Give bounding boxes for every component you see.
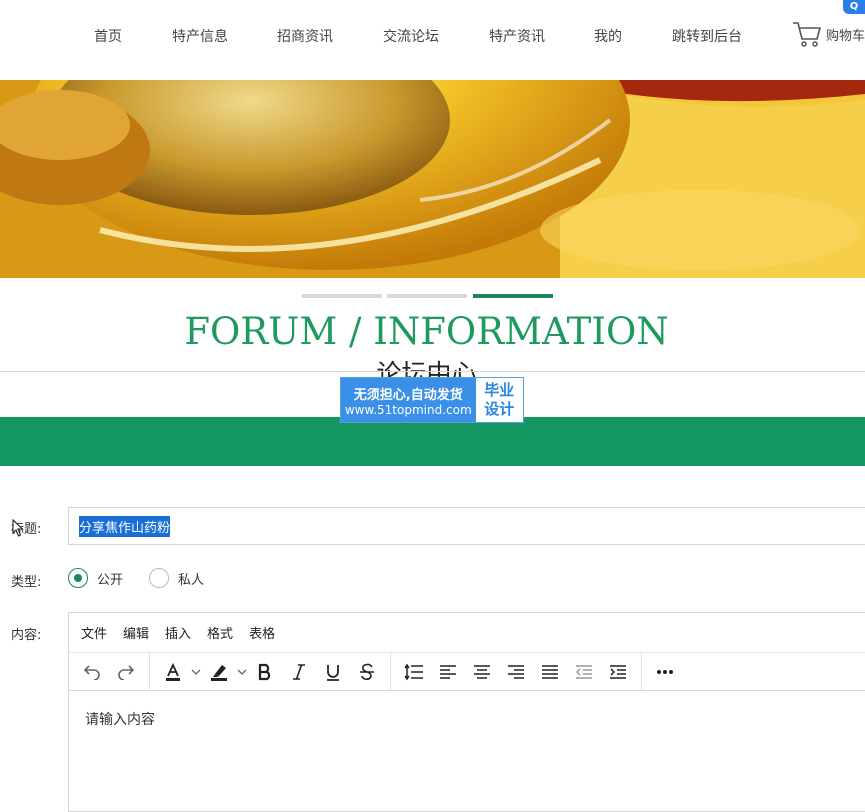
content-label: 内容: <box>11 628 42 643</box>
corner-badge[interactable]: Q <box>843 0 865 14</box>
italic-button[interactable] <box>285 658 313 686</box>
type-radio-group: 公开 私人 <box>68 568 230 588</box>
section-title-en: FORUM / INFORMATION <box>184 310 669 353</box>
banner-artwork <box>0 80 865 278</box>
align-justify-button[interactable] <box>536 658 564 686</box>
radio-private[interactable]: 私人 <box>149 568 204 588</box>
editor-toolbar <box>69 652 865 691</box>
carousel-indicator-1[interactable] <box>302 294 382 298</box>
title-input-value: 分享焦作山药粉 <box>79 515 171 537</box>
menu-table[interactable]: 表格 <box>249 623 275 642</box>
nav-specialty-news[interactable]: 特产资讯 <box>489 26 545 46</box>
toolbar-align-group <box>391 652 642 691</box>
cart-label: 购物车 <box>826 28 865 44</box>
editor-placeholder: 请输入内容 <box>85 712 155 728</box>
align-right-button[interactable] <box>502 658 530 686</box>
undo-button[interactable] <box>78 658 106 686</box>
align-center-icon <box>474 664 490 679</box>
highlight-color-button[interactable] <box>205 658 233 686</box>
text-color-icon <box>166 662 180 681</box>
indent-button[interactable] <box>604 658 632 686</box>
radio-public-label: 公开 <box>97 572 124 588</box>
line-height-button[interactable] <box>400 658 428 686</box>
cart-icon <box>793 22 821 47</box>
radio-public-dot[interactable] <box>68 568 88 588</box>
highlighter-icon <box>211 664 227 681</box>
cart-button[interactable]: 购物车 <box>792 20 865 48</box>
watermark-right-line2: 设计 <box>484 400 515 418</box>
menu-format[interactable]: 格式 <box>207 623 233 642</box>
outdent-icon <box>575 664 592 679</box>
carousel-indicator-3[interactable] <box>473 294 553 298</box>
title-input[interactable]: 分享焦作山药粉 <box>68 507 865 545</box>
hero-banner-image <box>0 80 865 278</box>
mouse-pointer-icon <box>12 519 24 537</box>
strikethrough-icon <box>360 663 374 680</box>
underline-button[interactable] <box>319 658 347 686</box>
align-right-icon <box>508 664 524 679</box>
strikethrough-button[interactable] <box>353 658 381 686</box>
type-label: 类型: <box>11 575 42 590</box>
text-color-button[interactable] <box>159 658 187 686</box>
align-justify-icon <box>542 664 558 679</box>
menu-insert[interactable]: 插入 <box>165 623 191 642</box>
editor-menubar: 文件 编辑 插入 格式 表格 <box>69 613 865 653</box>
undo-icon <box>83 664 100 680</box>
nav-investment-news[interactable]: 招商资讯 <box>277 26 333 46</box>
chevron-down-icon <box>237 669 247 675</box>
watermark-right-line1: 毕业 <box>484 381 515 399</box>
nav-forum[interactable]: 交流论坛 <box>383 26 439 46</box>
more-button[interactable] <box>651 658 679 686</box>
watermark-overlay: 无须担心,自动发货 www.51topmind.com 毕业 设计 <box>340 377 524 423</box>
section-green-bar <box>0 417 865 466</box>
toolbar-history-group <box>69 652 150 691</box>
section-divider <box>0 371 865 372</box>
nav-admin[interactable]: 跳转到后台 <box>672 26 742 46</box>
bold-button[interactable] <box>251 658 279 686</box>
text-color-dropdown[interactable] <box>190 658 202 686</box>
nav-specialty-info[interactable]: 特产信息 <box>172 26 228 46</box>
redo-icon <box>118 664 135 680</box>
more-icon <box>657 669 673 674</box>
bold-icon <box>258 663 271 680</box>
align-left-icon <box>440 664 456 679</box>
underline-icon <box>327 664 339 681</box>
watermark-line2: www.51topmind.com <box>344 402 472 417</box>
watermark-line1: 无须担心,自动发货 <box>353 387 463 403</box>
toolbar-more-group <box>642 653 688 691</box>
watermark-left: 无须担心,自动发货 www.51topmind.com <box>341 378 476 422</box>
nav-mine[interactable]: 我的 <box>594 26 622 46</box>
highlight-color-dropdown[interactable] <box>236 658 248 686</box>
menu-file[interactable]: 文件 <box>81 623 107 642</box>
indent-icon <box>610 664 626 679</box>
watermark-right: 毕业 设计 <box>475 378 523 422</box>
align-left-button[interactable] <box>434 658 462 686</box>
radio-public[interactable]: 公开 <box>68 568 123 588</box>
nav-home[interactable]: 首页 <box>94 26 122 46</box>
top-nav: 首页 特产信息 招商资讯 交流论坛 特产资讯 我的 跳转到后台 购物车 Q <box>0 0 865 78</box>
radio-private-dot[interactable] <box>149 568 170 588</box>
line-height-icon <box>404 663 423 680</box>
radio-private-label: 私人 <box>178 572 205 588</box>
chevron-down-icon <box>191 669 201 675</box>
menu-edit[interactable]: 编辑 <box>123 623 149 642</box>
align-center-button[interactable] <box>468 658 496 686</box>
rich-text-editor: 文件 编辑 插入 格式 表格 请输入内容 <box>68 612 865 812</box>
italic-icon <box>293 663 305 680</box>
carousel-indicator-2[interactable] <box>387 294 467 298</box>
toolbar-text-group <box>150 652 391 691</box>
redo-button[interactable] <box>112 658 140 686</box>
outdent-button[interactable] <box>570 658 598 686</box>
editor-content-area[interactable]: 请输入内容 <box>69 691 865 747</box>
